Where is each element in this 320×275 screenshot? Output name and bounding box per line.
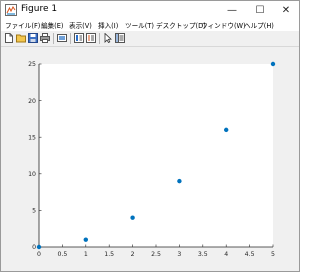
edit-plot-icon[interactable] bbox=[103, 33, 113, 43]
y-tick-label: 0 bbox=[32, 244, 36, 251]
x-tick-label: 2.5 bbox=[151, 251, 161, 258]
menu-insert[interactable]: 挿入(I) bbox=[98, 20, 118, 30]
new-figure-icon[interactable] bbox=[4, 33, 14, 43]
menu-view[interactable]: 表示(V) bbox=[69, 20, 92, 30]
y-tick-label: 25 bbox=[28, 61, 36, 68]
x-tick-label: 1 bbox=[84, 251, 88, 258]
figure-window: Figure 1 — ☐ ✕ ファイル(F) 編集(E) 表示(V) 挿入(I)… bbox=[0, 0, 300, 272]
x-tick-label: 3 bbox=[177, 251, 181, 258]
open-file-icon[interactable] bbox=[16, 33, 26, 43]
toolbar-separator bbox=[70, 33, 71, 44]
maximize-icon: ☐ bbox=[255, 4, 265, 16]
save-icon[interactable] bbox=[28, 33, 38, 43]
x-tick-label: 5 bbox=[271, 251, 275, 258]
minimize-button[interactable]: — bbox=[219, 1, 245, 19]
link-plot-icon[interactable] bbox=[57, 33, 67, 43]
x-tick-label: 4.5 bbox=[245, 251, 255, 258]
figure-canvas: 0 0.5 1 1.5 2 2.5 3 3.5 4 4.5 5 0 5 10 15 20 25 bbox=[1, 47, 299, 271]
menu-tools[interactable]: ツール(T) bbox=[125, 20, 154, 30]
print-icon[interactable] bbox=[40, 33, 50, 43]
data-point[interactable] bbox=[224, 127, 229, 133]
property-editor-icon[interactable] bbox=[115, 33, 125, 43]
data-point[interactable] bbox=[83, 237, 89, 242]
close-button[interactable]: ✕ bbox=[273, 1, 299, 19]
x-tick-label: 1.5 bbox=[104, 251, 114, 258]
menu-edit[interactable]: 編集(E) bbox=[41, 20, 64, 30]
y-tick-label: 15 bbox=[28, 134, 36, 141]
menu-window[interactable]: ウィンドウ(W) bbox=[201, 20, 246, 30]
data-point[interactable] bbox=[130, 215, 135, 220]
scatter-plot: 0 0.5 1 1.5 2 2.5 3 3.5 4 4.5 5 0 5 10 15 20 25 bbox=[28, 61, 276, 258]
y-tick-label: 5 bbox=[32, 208, 36, 215]
insert-legend-icon[interactable] bbox=[86, 33, 96, 43]
insert-colorbar-icon[interactable] bbox=[74, 33, 84, 43]
menu-help[interactable]: ヘルプ(H) bbox=[244, 20, 274, 30]
close-icon: ✕ bbox=[281, 4, 291, 16]
window-title: Figure 1 bbox=[21, 4, 58, 14]
x-tick-label: 4 bbox=[224, 251, 228, 258]
data-point[interactable] bbox=[270, 61, 276, 67]
x-tick-label: 2 bbox=[131, 251, 135, 258]
maximize-button[interactable]: ☐ bbox=[247, 1, 273, 19]
data-point[interactable] bbox=[36, 244, 42, 250]
axes-background[interactable] bbox=[39, 64, 273, 247]
toolbar-separator bbox=[99, 33, 100, 44]
x-tick-label: 0.5 bbox=[57, 251, 67, 258]
x-tick-label: 3.5 bbox=[198, 251, 208, 258]
y-tick-label: 10 bbox=[28, 171, 36, 178]
x-tick-label: 0 bbox=[37, 251, 41, 258]
y-tick-label: 20 bbox=[28, 98, 36, 105]
menu-desktop[interactable]: デスクトップ(D) bbox=[156, 20, 206, 30]
menu-bar: ファイル(F) 編集(E) 表示(V) 挿入(I) ツール(T) デスクトップ(… bbox=[1, 19, 299, 31]
data-point[interactable] bbox=[177, 178, 182, 184]
figure-toolbar bbox=[1, 31, 299, 47]
matlab-figure-icon bbox=[5, 4, 17, 16]
title-bar[interactable]: Figure 1 — ☐ ✕ bbox=[1, 1, 299, 19]
minimize-icon: — bbox=[227, 4, 237, 16]
toolbar-separator bbox=[53, 33, 54, 44]
menu-file[interactable]: ファイル(F) bbox=[5, 20, 40, 30]
